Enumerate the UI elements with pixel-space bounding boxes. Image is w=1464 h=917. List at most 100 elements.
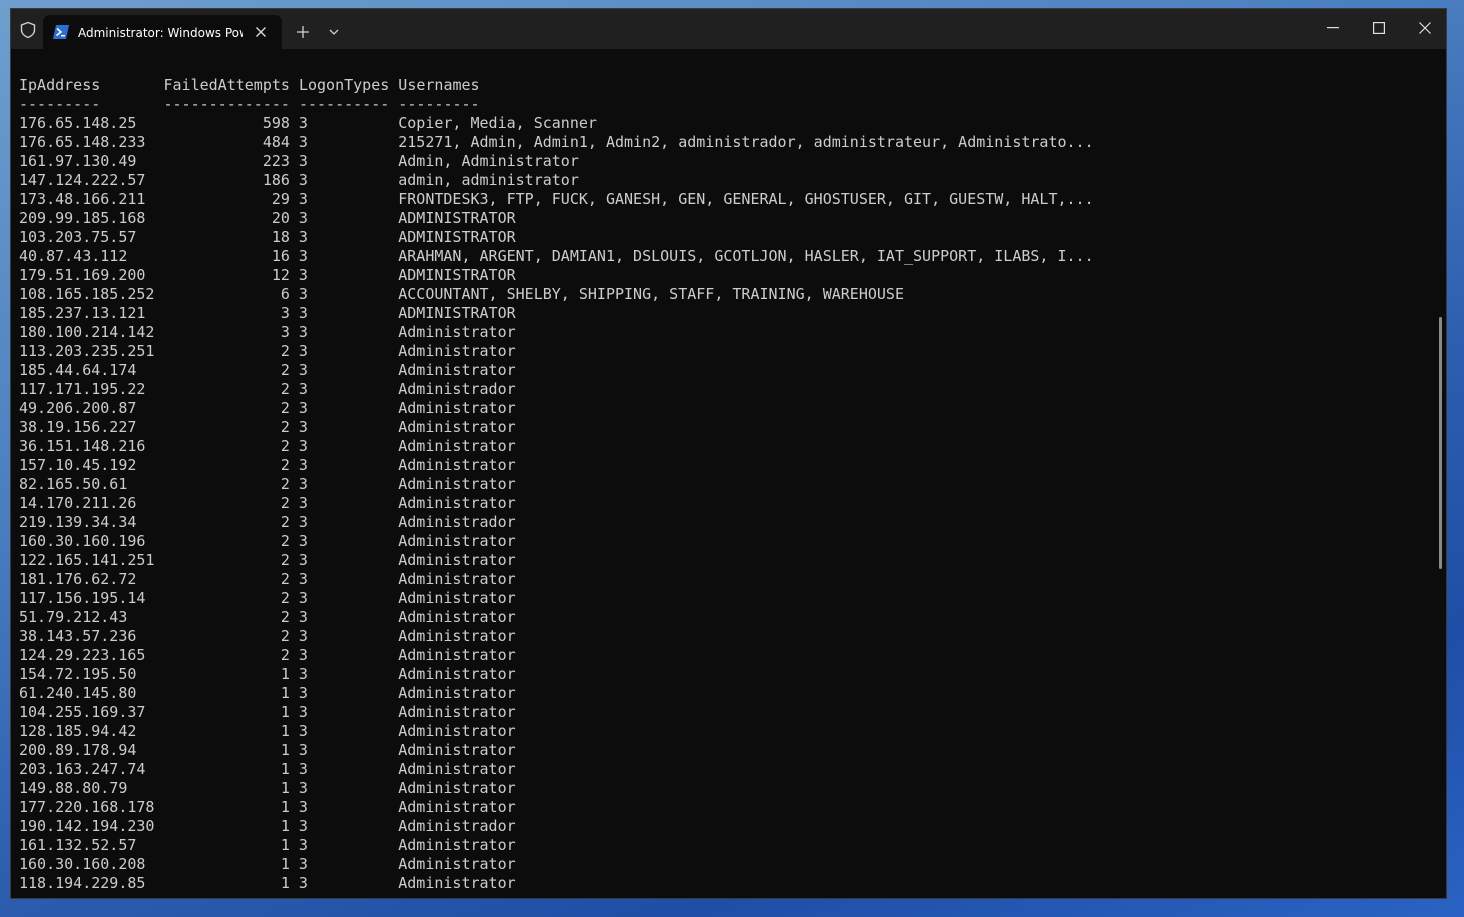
ip-address-cell: 149.88.80.79 — [19, 779, 128, 797]
logon-types-cell: 3 — [298, 266, 308, 284]
ip-address-cell: 38.143.57.236 — [19, 627, 137, 645]
ip-address-cell: 176.65.148.25 — [19, 114, 137, 132]
failed-attempts-cell: 2 — [280, 513, 290, 531]
usernames-cell: Administrator — [398, 741, 516, 759]
vertical-scrollbar[interactable] — [1439, 317, 1442, 569]
minimize-icon[interactable] — [1327, 27, 1339, 29]
usernames-cell: ADMINISTRATOR — [398, 228, 516, 246]
tab-powershell[interactable]: Administrator: Windows PowerShell — [43, 15, 282, 49]
failed-attempts-cell: 20 — [271, 209, 290, 227]
ip-address-cell: 38.19.156.227 — [19, 418, 137, 436]
failed-attempts-cell: 2 — [280, 551, 290, 569]
close-window-icon[interactable] — [1419, 22, 1431, 34]
table-row: 173.48.166.211 29 3 FRONTDESK3, FTP, FUCK, … — [19, 190, 1094, 209]
logon-types-cell: 3 — [298, 418, 308, 436]
table-row: 147.124.222.57 186 3 admin, administrator — [19, 171, 1094, 190]
failed-attempts-cell: 2 — [280, 380, 290, 398]
logon-types-cell: 3 — [298, 209, 308, 227]
failed-attempts-cell: 2 — [280, 437, 290, 455]
usernames-cell: Administrador — [398, 380, 516, 398]
logon-types-cell: 3 — [298, 361, 308, 379]
logon-types-cell: 3 — [298, 285, 308, 303]
terminal-output[interactable]: IpAddress FailedAttempts LogonTypes User… — [11, 49, 1446, 898]
logon-types-cell: 3 — [298, 437, 308, 455]
logon-types-cell: 3 — [298, 323, 308, 341]
ip-address-cell: 40.87.43.112 — [19, 247, 128, 265]
failed-attempts-cell: 18 — [271, 228, 290, 246]
failed-attempts-cell: 2 — [280, 608, 290, 626]
logon-types-cell: 3 — [298, 513, 308, 531]
ip-address-cell: 147.124.222.57 — [19, 171, 146, 189]
logon-types-cell: 3 — [298, 532, 308, 550]
usernames-cell: Administrador — [398, 817, 516, 835]
ip-address-cell: 61.240.145.80 — [19, 684, 137, 702]
ip-address-cell: 128.185.94.42 — [19, 722, 137, 740]
ip-address-cell: 124.29.223.165 — [19, 646, 146, 664]
logon-types-cell: 3 — [298, 684, 308, 702]
failed-attempts-cell: 2 — [280, 494, 290, 512]
logon-types-cell: 3 — [298, 589, 308, 607]
usernames-cell: ARAHMAN, ARGENT, DAMIAN1, DSLOUIS, GCOTL… — [398, 247, 1094, 265]
failed-attempts-cell: 1 — [280, 760, 290, 778]
table-row: 157.10.45.192 2 3 Administrator — [19, 456, 1094, 475]
table-row: 103.203.75.57 18 3 ADMINISTRATOR — [19, 228, 1094, 247]
table-row: 181.176.62.72 2 3 Administrator — [19, 570, 1094, 589]
logon-types-cell: 3 — [298, 399, 308, 417]
table-row: 176.65.148.233 484 3 215271, Admin, Admin1,… — [19, 133, 1094, 152]
logon-types-cell: 3 — [298, 627, 308, 645]
usernames-cell: Administrator — [398, 532, 516, 550]
table-row: 122.165.141.251 2 3 Administrator — [19, 551, 1094, 570]
logon-types-cell: 3 — [298, 608, 308, 626]
chevron-down-icon[interactable] — [329, 28, 339, 36]
usernames-cell: Administrator — [398, 855, 516, 873]
table-row: 190.142.194.230 1 3 Administrador — [19, 817, 1094, 836]
logon-types-cell: 3 — [298, 114, 308, 132]
ip-address-cell: 180.100.214.142 — [19, 323, 155, 341]
ip-address-cell: 219.139.34.34 — [19, 513, 137, 531]
usernames-cell: Admin, Administrator — [398, 152, 579, 170]
close-tab-icon[interactable] — [255, 26, 267, 38]
maximize-icon[interactable] — [1373, 22, 1385, 34]
ip-address-cell: 157.10.45.192 — [19, 456, 137, 474]
usernames-cell: ACCOUNTANT, SHELBY, SHIPPING, STAFF, TRA… — [398, 285, 904, 303]
failed-attempts-cell: 1 — [280, 855, 290, 873]
usernames-cell: Copier, Media, Scanner — [398, 114, 597, 132]
table-row: 149.88.80.79 1 3 Administrator — [19, 779, 1094, 798]
ip-address-cell: 161.97.130.49 — [19, 152, 137, 170]
table-row: 176.65.148.25 598 3 Copier, Media, Scanner — [19, 114, 1094, 133]
failed-attempts-cell: 2 — [280, 589, 290, 607]
failed-attempts-cell: 1 — [280, 722, 290, 740]
ip-address-cell: 117.171.195.22 — [19, 380, 146, 398]
logon-types-cell: 3 — [298, 494, 308, 512]
table-row: 180.100.214.142 3 3 Administrator — [19, 323, 1094, 342]
failed-attempts-cell: 1 — [280, 665, 290, 683]
failed-attempts-cell: 2 — [280, 532, 290, 550]
usernames-cell: Administrador — [398, 513, 516, 531]
table-row: 38.19.156.227 2 3 Administrator — [19, 418, 1094, 437]
table-row: 117.156.195.14 2 3 Administrator — [19, 589, 1094, 608]
failed-attempts-cell: 1 — [280, 779, 290, 797]
ip-address-cell: 82.165.50.61 — [19, 475, 128, 493]
usernames-cell: Administrator — [398, 760, 516, 778]
ip-address-cell: 173.48.166.211 — [19, 190, 146, 208]
table-header: IpAddress FailedAttempts LogonTypes User… — [19, 76, 480, 94]
new-tab-plus-icon[interactable] — [296, 25, 310, 39]
ip-address-cell: 118.194.229.85 — [19, 874, 146, 892]
tab-title: Administrator: Windows PowerShell — [78, 26, 243, 40]
ip-address-cell: 14.170.211.26 — [19, 494, 137, 512]
failed-attempts-cell: 2 — [280, 399, 290, 417]
usernames-cell: Administrator — [398, 418, 516, 436]
table-row: 118.194.229.85 1 3 Administrator — [19, 874, 1094, 893]
logon-types-cell: 3 — [298, 779, 308, 797]
ip-address-cell: 117.156.195.14 — [19, 589, 146, 607]
usernames-cell: Administrator — [398, 342, 516, 360]
ip-address-cell: 185.237.13.121 — [19, 304, 146, 322]
ip-address-cell: 160.30.160.208 — [19, 855, 146, 873]
table-row: 203.163.247.74 1 3 Administrator — [19, 760, 1094, 779]
failed-attempts-cell: 1 — [280, 798, 290, 816]
logon-types-cell: 3 — [298, 304, 308, 322]
usernames-cell: Administrator — [398, 589, 516, 607]
usernames-cell: ADMINISTRATOR — [398, 209, 516, 227]
table-row: 82.165.50.61 2 3 Administrator — [19, 475, 1094, 494]
failed-attempts-cell: 16 — [271, 247, 290, 265]
